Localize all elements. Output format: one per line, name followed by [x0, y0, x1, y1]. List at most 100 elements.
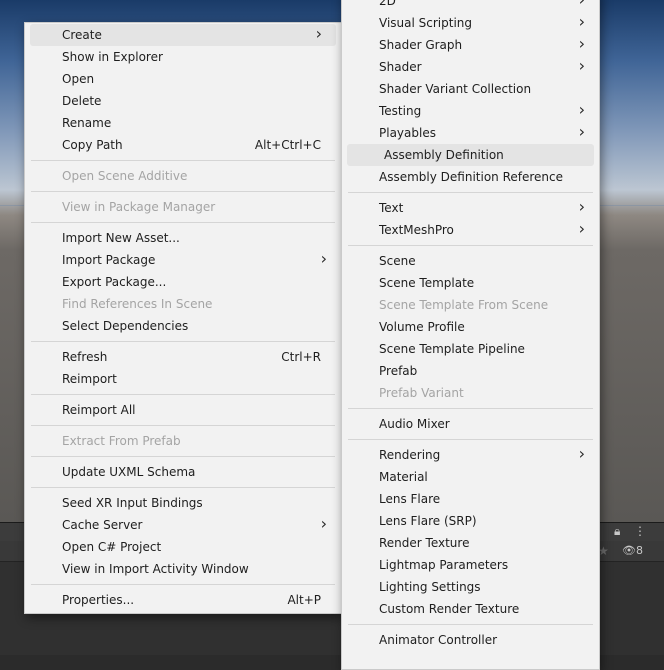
menu-item-shortcut: Ctrl+R	[281, 350, 321, 364]
chevron-right-icon: ›	[320, 514, 327, 533]
menu-item-label: Scene	[379, 254, 416, 268]
create-item-lens-flare-srp[interactable]: Lens Flare (SRP)	[342, 510, 599, 532]
context-item-refresh[interactable]: Refresh Ctrl+R	[25, 346, 341, 368]
menu-item-label: Create	[62, 28, 102, 42]
hidden-count: 8	[635, 544, 643, 557]
kebab-menu-icon[interactable]: ⋮	[634, 522, 646, 541]
menu-item-label: Assembly Definition Reference	[379, 170, 564, 184]
context-item-seed-xr-input-bindings[interactable]: Seed XR Input Bindings	[25, 492, 341, 514]
menu-item-label: Rendering	[379, 448, 441, 462]
menu-separator	[25, 580, 341, 589]
menu-separator	[25, 421, 341, 430]
create-item-lightmap-parameters[interactable]: Lightmap Parameters	[342, 554, 599, 576]
context-item-open[interactable]: Open	[25, 68, 341, 90]
chevron-right-icon: ›	[578, 197, 585, 216]
menu-item-shortcut: Alt+P	[287, 593, 321, 607]
context-item-find-references-in-scene: Find References In Scene	[25, 293, 341, 315]
context-item-export-package[interactable]: Export Package...	[25, 271, 341, 293]
create-item-volume-profile[interactable]: Volume Profile	[342, 316, 599, 338]
create-item-assembly-definition[interactable]: Assembly Definition	[347, 144, 594, 166]
create-item-shader[interactable]: Shader ›	[342, 56, 599, 78]
context-item-cache-server[interactable]: Cache Server ›	[25, 514, 341, 536]
context-item-show-in-explorer[interactable]: Show in Explorer	[25, 46, 341, 68]
create-item-animator-controller[interactable]: Animator Controller	[342, 629, 599, 651]
create-item-custom-render-texture[interactable]: Custom Render Texture	[342, 598, 599, 620]
context-item-select-dependencies[interactable]: Select Dependencies	[25, 315, 341, 337]
menu-separator	[342, 188, 599, 197]
menu-item-label: Import New Asset...	[62, 231, 180, 245]
eye-hidden-icon[interactable]: 👁︎8	[622, 541, 643, 561]
context-item-import-new-asset[interactable]: Import New Asset...	[25, 227, 341, 249]
chevron-right-icon: ›	[578, 219, 585, 238]
context-item-delete[interactable]: Delete	[25, 90, 341, 112]
create-item-textmeshpro[interactable]: TextMeshPro ›	[342, 219, 599, 241]
create-item-shader-graph[interactable]: Shader Graph ›	[342, 34, 599, 56]
menu-item-label: Text	[379, 201, 404, 215]
context-item-open-scene-additive: Open Scene Additive	[25, 165, 341, 187]
menu-item-label: Open	[62, 72, 95, 86]
create-item-lighting-settings[interactable]: Lighting Settings	[342, 576, 599, 598]
create-submenu-items: 2D › Visual Scripting › Shader Graph › Shader ›…	[342, 0, 599, 651]
menu-separator	[25, 218, 341, 227]
menu-item-label: Prefab Variant	[379, 386, 464, 400]
context-item-reimport-all[interactable]: Reimport All	[25, 399, 341, 421]
menu-item-label: Playables	[379, 126, 436, 140]
menu-item-label: View in Package Manager	[62, 200, 216, 214]
context-item-open-c-project[interactable]: Open C# Project	[25, 536, 341, 558]
menu-separator	[25, 483, 341, 492]
create-item-scene-template[interactable]: Scene Template	[342, 272, 599, 294]
create-item-scene-template-from-scene: Scene Template From Scene	[342, 294, 599, 316]
create-item-scene[interactable]: Scene	[342, 250, 599, 272]
menu-separator	[342, 404, 599, 413]
create-item-visual-scripting[interactable]: Visual Scripting ›	[342, 12, 599, 34]
menu-item-label: Scene Template From Scene	[379, 298, 549, 312]
create-item-text[interactable]: Text ›	[342, 197, 599, 219]
context-item-view-in-package-manager: View in Package Manager	[25, 196, 341, 218]
menu-item-label: Audio Mixer	[379, 417, 450, 431]
menu-separator	[25, 390, 341, 399]
context-item-copy-path[interactable]: Copy Path Alt+Ctrl+C	[25, 134, 341, 156]
create-item-shader-variant-collection[interactable]: Shader Variant Collection	[342, 78, 599, 100]
menu-item-label: Delete	[62, 94, 102, 108]
menu-item-label: Shader Graph	[379, 38, 463, 52]
create-item-rendering[interactable]: Rendering ›	[342, 444, 599, 466]
create-item-assembly-definition-reference[interactable]: Assembly Definition Reference	[342, 166, 599, 188]
context-item-import-package[interactable]: Import Package ›	[25, 249, 341, 271]
lock-icon[interactable]: 🔒︎	[614, 522, 620, 541]
context-item-view-in-import-activity-window[interactable]: View in Import Activity Window	[25, 558, 341, 580]
context-item-create[interactable]: Create ›	[30, 24, 336, 46]
menu-item-label: Show in Explorer	[62, 50, 163, 64]
menu-item-label: Refresh	[62, 350, 108, 364]
menu-item-label: Render Texture	[379, 536, 470, 550]
menu-item-label: Import Package	[62, 253, 156, 267]
create-item-testing[interactable]: Testing ›	[342, 100, 599, 122]
menu-item-label: Find References In Scene	[62, 297, 213, 311]
context-item-update-uxml-schema[interactable]: Update UXML Schema	[25, 461, 341, 483]
chevron-right-icon: ›	[578, 100, 585, 119]
create-item-lens-flare[interactable]: Lens Flare	[342, 488, 599, 510]
context-item-properties[interactable]: Properties... Alt+P	[25, 589, 341, 611]
create-item-material[interactable]: Material	[342, 466, 599, 488]
menu-separator	[25, 156, 341, 165]
menu-item-label: Extract From Prefab	[62, 434, 181, 448]
menu-item-label: Scene Template Pipeline	[379, 342, 525, 356]
menu-item-label: Lens Flare (SRP)	[379, 514, 477, 528]
create-item-render-texture[interactable]: Render Texture	[342, 532, 599, 554]
context-item-reimport[interactable]: Reimport	[25, 368, 341, 390]
menu-item-label: Cache Server	[62, 518, 143, 532]
create-item-2d[interactable]: 2D ›	[342, 0, 599, 12]
context-item-rename[interactable]: Rename	[25, 112, 341, 134]
asset-context-menu: Create › Show in Explorer Open Delete Rename C…	[24, 22, 342, 614]
chevron-right-icon: ›	[578, 122, 585, 141]
create-submenu: 2D › Visual Scripting › Shader Graph › Shader ›…	[341, 0, 600, 670]
menu-item-label: Custom Render Texture	[379, 602, 520, 616]
create-item-scene-template-pipeline[interactable]: Scene Template Pipeline	[342, 338, 599, 360]
create-item-prefab[interactable]: Prefab	[342, 360, 599, 382]
create-item-audio-mixer[interactable]: Audio Mixer	[342, 413, 599, 435]
menu-separator	[25, 337, 341, 346]
chevron-right-icon: ›	[579, 0, 585, 10]
chevron-right-icon: ›	[578, 56, 585, 75]
create-item-playables[interactable]: Playables ›	[342, 122, 599, 144]
menu-item-label: Properties...	[62, 593, 135, 607]
menu-item-shortcut: Alt+Ctrl+C	[254, 138, 321, 152]
